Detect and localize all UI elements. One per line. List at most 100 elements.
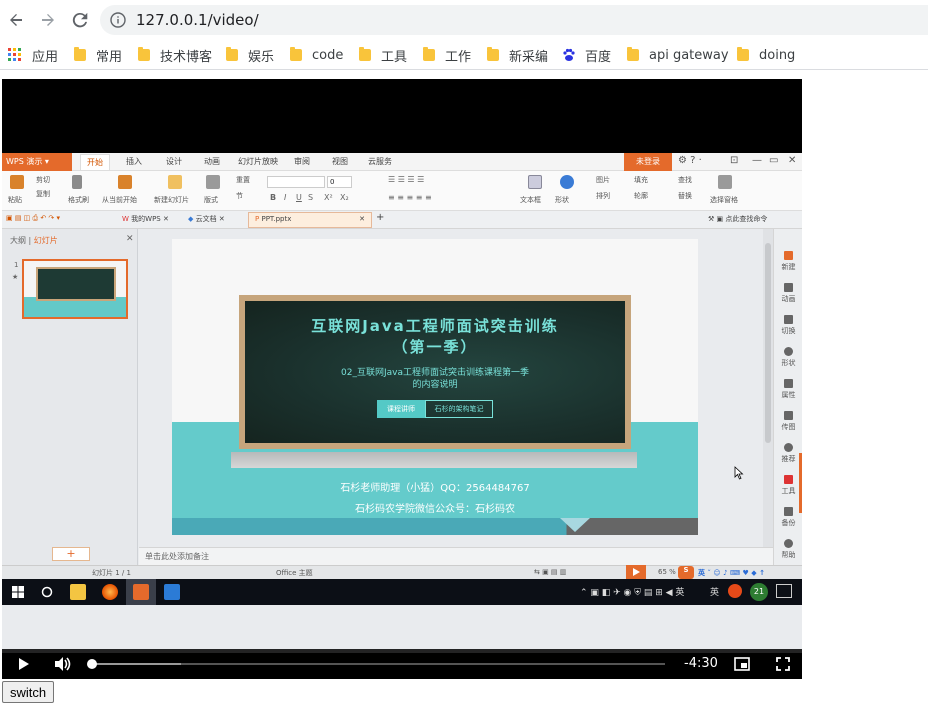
slide-footer-qq: 石杉老师助理（小猛）QQ：2564484767 [340, 483, 530, 494]
cortana-search-icon [41, 586, 53, 598]
wps-tab-home: 开始 [80, 154, 110, 170]
quick-access-toolbar: ▣ ▤ ◫ ⎙ ↶ ↷ ▾ [6, 214, 61, 222]
fullscreen-icon[interactable] [776, 657, 790, 671]
buffered-bar [92, 663, 181, 665]
bold-icon: B [270, 193, 277, 202]
video-frame: WPS 演示 ▾ 开始 插入 设计 动画 幻灯片放映 审阅 视图 云服务 未登录… [2, 153, 802, 653]
wps-tab-insert: 插入 [126, 157, 142, 166]
pane-tabs: 大纲 | 幻灯片 ✕ [10, 234, 134, 245]
select-pane-icon [718, 175, 732, 189]
slide: 互联网Java工程师面试突击训练 （第一季） 02_互联网Java工程师面试突击… [172, 239, 698, 535]
task-properties: 属性 [774, 379, 802, 400]
volume-icon[interactable] [54, 656, 72, 672]
bookmark-baidu[interactable]: 百度 [562, 45, 611, 65]
slide-scrollbar [763, 229, 773, 547]
format-painter-label: 格式刷 [68, 196, 89, 204]
player-controls: -4:30 [2, 649, 802, 679]
picture-in-picture-icon[interactable] [734, 657, 750, 671]
paste-label: 粘贴 [8, 196, 22, 204]
find-label: 查找 [678, 176, 692, 184]
wps-tab-animation: 动画 [204, 157, 220, 166]
wps-ribbon: 粘贴 剪切 复制 格式刷 从当前开始 新建幻灯片 版式 重置 节 0 B I U… [2, 171, 802, 211]
bookmark-apps[interactable]: 应用 [8, 45, 58, 65]
reset-label: 重置 [236, 176, 250, 184]
play-from-current-label: 从当前开始 [102, 196, 137, 204]
bookmark-work[interactable]: 工作 [423, 45, 471, 65]
task-transition: 切换 [774, 315, 802, 336]
slide-footer-wechat: 石杉码农学院微信公众号：石杉码农 [355, 504, 515, 515]
address-bar[interactable]: 127.0.0.1/video/ [100, 5, 928, 35]
doc-tab-pptx: P PPT.pptx ✕ [248, 212, 372, 228]
bookmark-tools[interactable]: 工具 [359, 45, 407, 65]
wps-app-menu: WPS 演示 ▾ [2, 153, 72, 171]
slide-title: 互联网Java工程师面试突击训练 [311, 317, 559, 335]
folder-icon [226, 47, 238, 61]
switch-button[interactable]: switch [2, 681, 55, 703]
picture-label: 图片 [596, 176, 610, 184]
back-icon[interactable] [4, 8, 28, 32]
wps-writer-icon [164, 584, 180, 600]
superscript-icon: X² [324, 193, 333, 202]
bookmark-常用[interactable]: 常用 [74, 45, 122, 65]
doc-tab-my-wps: W 我的WPS ✕ [122, 215, 169, 223]
shape-pane-icon [784, 347, 793, 356]
reload-icon[interactable] [68, 8, 92, 32]
new-slide-icon [168, 175, 182, 189]
format-painter-icon [72, 175, 82, 189]
bookmark-doing[interactable]: doing [737, 45, 795, 65]
notes-area: 单击此处添加备注 [139, 547, 773, 565]
section-label: 节 [236, 192, 243, 200]
info-icon[interactable] [110, 12, 126, 32]
backup-icon [784, 507, 793, 516]
view-icons: ⇆ ▣ ▤ ▥ [534, 568, 567, 576]
wps-title-bar: WPS 演示 ▾ 开始 插入 设计 动画 幻灯片放映 审阅 视图 云服务 未登录… [2, 153, 802, 171]
folder-icon [138, 47, 150, 61]
slide-description: 02_互联网Java工程师面试突击训练课程第一季 的内容说明 [341, 368, 529, 390]
seek-knob[interactable] [87, 659, 97, 669]
copy-label: 复制 [36, 190, 50, 198]
task-new: 新建 [774, 251, 802, 272]
bookmark-entertainment[interactable]: 娱乐 [226, 45, 274, 65]
task-upload-image: 传图 [774, 411, 802, 432]
upload-image-icon [784, 411, 793, 420]
new-icon [784, 251, 793, 260]
select-pane-label: 选择窗格 [710, 196, 738, 204]
maximize-icon: ▭ [769, 155, 779, 166]
properties-icon [784, 379, 793, 388]
video-player[interactable]: WPS 演示 ▾ 开始 插入 设计 动画 幻灯片放映 审阅 视图 云服务 未登录… [2, 79, 802, 679]
slide-thumbnail [22, 259, 128, 319]
zoom-level: 65 % [658, 568, 676, 576]
layout-label: 版式 [204, 196, 218, 204]
forward-icon[interactable] [36, 8, 60, 32]
font-size-box: 0 [327, 176, 352, 188]
folder-icon [290, 47, 302, 61]
layout-icon [206, 175, 220, 189]
task-shape: 形状 [774, 347, 802, 368]
align-icon: ≡ ≡ ≡ ≡ ≡ [388, 193, 432, 202]
time-remaining: -4:30 [684, 656, 718, 671]
shape-icon [560, 175, 574, 189]
task-recommend: 推荐 [774, 443, 802, 464]
paste-icon [10, 175, 24, 189]
slide-canvas: 互联网Java工程师面试突击训练 （第一季） 02_互联网Java工程师面试突击… [139, 229, 763, 547]
command-search: ⚒ ▣ 点此查找命令 [708, 215, 768, 223]
replace-label: 替换 [678, 192, 692, 200]
wps-tab-design: 设计 [166, 157, 182, 166]
play-icon[interactable] [18, 658, 30, 670]
animation-icon [784, 283, 793, 292]
subscript-icon: X₂ [340, 193, 349, 202]
shape-label: 形状 [555, 196, 569, 204]
wps-restore-icon: ⊡ [730, 155, 739, 166]
sogou-ime-icon: S [678, 566, 694, 579]
bookmark-xincaibian[interactable]: 新采编 [487, 45, 548, 65]
outline-label: 轮廓 [634, 192, 648, 200]
bookmark-code[interactable]: code [290, 45, 343, 65]
sogou-tray-icon [728, 584, 742, 598]
strikethrough-icon: S [308, 193, 314, 202]
bookmark-api-gateway[interactable]: api gateway [627, 45, 729, 65]
wps-tab-cloud: 云服务 [368, 157, 392, 166]
bookmark-tech-blog[interactable]: 技术博客 [138, 45, 212, 65]
slides-pane: 大纲 | 幻灯片 ✕ 1 ★ + [2, 229, 138, 565]
seek-bar[interactable] [87, 659, 665, 669]
add-slide-icon: + [52, 547, 90, 561]
